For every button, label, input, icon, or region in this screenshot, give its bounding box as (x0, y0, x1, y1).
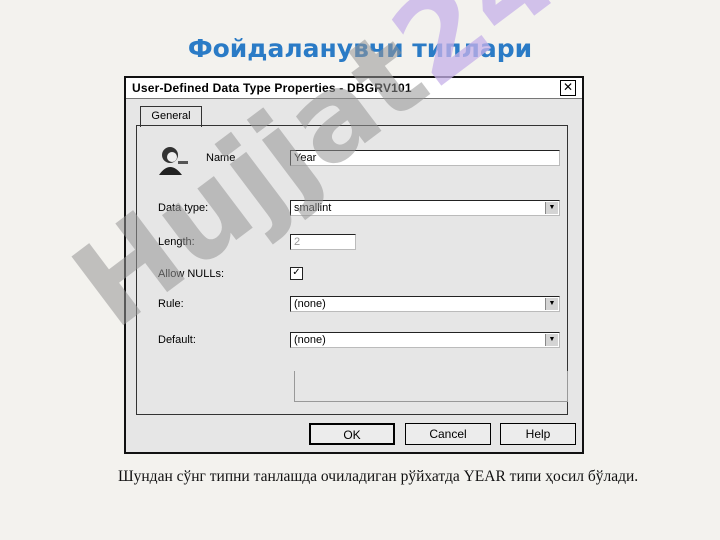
user-icon (156, 145, 190, 180)
tab-general[interactable]: General (140, 106, 202, 127)
chevron-down-icon[interactable]: ▼ (545, 334, 558, 346)
dialog-titlebar[interactable]: User-Defined Data Type Properties - DBGR… (126, 78, 582, 99)
allow-nulls-label: Allow NULLs: (158, 268, 225, 280)
rule-label: Rule: (158, 298, 184, 310)
help-button[interactable]: Help (500, 423, 576, 445)
data-type-label: Data type: (158, 202, 209, 214)
close-icon[interactable]: ✕ (560, 80, 576, 96)
slide-title: Фойдаланувчи типлари (187, 34, 533, 63)
name-field[interactable]: Year (290, 150, 560, 166)
default-select[interactable]: (none) ▼ (290, 332, 560, 348)
data-type-value: smallint (294, 202, 332, 214)
data-type-select[interactable]: smallint ▼ (290, 200, 560, 216)
rule-select[interactable]: (none) ▼ (290, 296, 560, 312)
allow-nulls-checkbox[interactable]: ✓ (290, 267, 303, 280)
cancel-button[interactable]: Cancel (405, 423, 491, 445)
chevron-down-icon[interactable]: ▼ (545, 202, 558, 214)
chevron-down-icon[interactable]: ▼ (545, 298, 558, 310)
default-label: Default: (158, 334, 196, 346)
name-label: Name (206, 152, 236, 164)
group-box (294, 371, 568, 402)
default-value: (none) (294, 334, 326, 346)
length-label: Length: (158, 236, 195, 248)
dialog-title: User-Defined Data Type Properties - DBGR… (132, 81, 412, 95)
data-type-properties-dialog: User-Defined Data Type Properties - DBGR… (124, 76, 584, 454)
ok-button[interactable]: OK (309, 423, 395, 445)
slide-caption: Шундан сўнг типни танлашда очиладиган рў… (118, 468, 639, 485)
rule-value: (none) (294, 298, 326, 310)
length-field[interactable]: 2 (290, 234, 356, 250)
